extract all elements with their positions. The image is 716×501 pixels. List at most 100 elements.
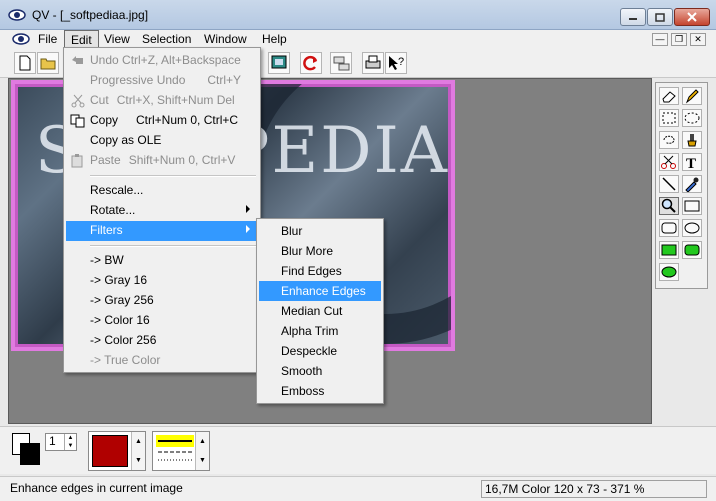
eye-icon — [8, 9, 26, 21]
filter-blur[interactable]: Blur — [259, 221, 381, 241]
filter-despeckle[interactable]: Despeckle — [259, 341, 381, 361]
menu-selection[interactable]: Selection — [136, 30, 197, 48]
menu-item-paste[interactable]: Paste Shift+Num 0, Ctrl+V — [66, 151, 258, 171]
menu-item-to-true-color[interactable]: -> True Color — [66, 351, 258, 371]
text-tool[interactable]: T — [682, 153, 702, 172]
menu-item-to-color256[interactable]: -> Color 256 — [66, 331, 258, 351]
scissors-icon — [71, 94, 85, 108]
menu-item-copy[interactable]: Copy Ctrl+Num 0, Ctrl+C — [66, 111, 258, 131]
ellipse-icon — [684, 222, 700, 234]
doc-minimize-button[interactable]: — — [652, 33, 668, 46]
scissors-tool[interactable] — [659, 153, 679, 171]
zoom-tool[interactable] — [659, 197, 679, 215]
status-image-info: 16,7M Color 120 x 73 - 371 % — [481, 480, 707, 498]
new-button[interactable] — [14, 52, 36, 74]
doc-restore-button[interactable]: ❐ — [671, 33, 687, 46]
filled-ellipse-icon — [661, 266, 677, 278]
svg-text:T: T — [686, 156, 696, 170]
rounded-rect-tool[interactable] — [659, 219, 679, 237]
scissors-icon — [661, 155, 676, 169]
menu-window[interactable]: Window — [198, 30, 253, 48]
scan-button[interactable] — [330, 52, 352, 74]
filters-submenu: Blur Blur More Find Edges Enhance Edges … — [256, 218, 384, 404]
rect-select-icon — [662, 112, 676, 124]
eraser-tool[interactable] — [659, 87, 679, 105]
magnifier-icon — [661, 198, 676, 213]
submenu-arrow-icon — [246, 225, 250, 233]
color-arrows-icon[interactable]: ▲ ▼ — [131, 432, 145, 470]
printer-icon — [365, 55, 381, 69]
menu-item-progressive-undo[interactable]: Progressive Undo Ctrl+Y — [66, 71, 258, 91]
scanner-icon — [333, 56, 350, 71]
undo-icon — [72, 56, 83, 64]
menu-view[interactable]: View — [98, 30, 136, 48]
background-swatch[interactable] — [20, 443, 40, 465]
menu-bar: File Edit View Selection Window Help — ❐… — [0, 30, 716, 48]
menu-file[interactable]: File — [32, 30, 63, 48]
filter-median-cut[interactable]: Median Cut — [259, 301, 381, 321]
folder-icon — [40, 58, 56, 70]
ellipse-select-tool[interactable] — [682, 109, 702, 127]
filter-emboss[interactable]: Emboss — [259, 381, 381, 401]
filled-rect-icon — [661, 244, 677, 256]
line-style-icon — [156, 435, 194, 461]
menu-item-rotate[interactable]: Rotate... — [66, 201, 258, 221]
menu-item-to-bw[interactable]: -> BW — [66, 251, 258, 271]
brush-tool[interactable] — [682, 131, 702, 149]
menu-item-undo[interactable]: Undo Ctrl+Z, Alt+Backspace — [66, 51, 258, 71]
menu-item-to-color16[interactable]: -> Color 16 — [66, 311, 258, 331]
menu-item-cut[interactable]: Cut Ctrl+X, Shift+Num Del — [66, 91, 258, 111]
filter-smooth[interactable]: Smooth — [259, 361, 381, 381]
edit-menu: Undo Ctrl+Z, Alt+Backspace Progressive U… — [63, 47, 261, 373]
pencil-tool[interactable] — [682, 87, 702, 105]
filled-ellipse-tool[interactable] — [659, 263, 679, 281]
selected-color-swatch — [92, 435, 128, 467]
rounded-rect-icon — [661, 222, 677, 234]
menu-item-to-gray256[interactable]: -> Gray 256 — [66, 291, 258, 311]
document-eye-icon[interactable] — [12, 32, 30, 46]
window-title: QV - [_softpediaa.jpg] — [32, 8, 149, 22]
menu-item-copy-as-ole[interactable]: Copy as OLE — [66, 131, 258, 151]
menu-item-filters[interactable]: Filters — [66, 221, 258, 241]
refresh-button[interactable] — [300, 52, 322, 74]
help-pointer-icon: ? — [389, 56, 404, 70]
filled-rounded-rect-tool[interactable] — [682, 241, 702, 259]
pencil-icon — [685, 89, 699, 104]
rect-select-tool[interactable] — [659, 109, 679, 127]
color-selector[interactable]: ▲ ▼ — [88, 431, 146, 471]
spinner-arrows-icon[interactable]: ▲ ▼ — [64, 434, 76, 450]
filled-rect-tool[interactable] — [659, 241, 679, 259]
rectangle-tool[interactable] — [682, 197, 702, 215]
open-button[interactable] — [37, 52, 59, 74]
rectangle-icon — [684, 200, 700, 212]
copy-icon — [70, 114, 85, 128]
eyedropper-icon — [685, 177, 699, 193]
menu-help[interactable]: Help — [256, 30, 293, 48]
help-button[interactable]: ? — [385, 52, 407, 74]
eraser-icon — [662, 91, 676, 103]
filter-find-edges[interactable]: Find Edges — [259, 261, 381, 281]
menu-item-to-gray16[interactable]: -> Gray 16 — [66, 271, 258, 291]
fit-button[interactable] — [268, 52, 290, 74]
title-bar: QV - [_softpediaa.jpg] — [0, 0, 716, 30]
lasso-tool[interactable] — [659, 131, 679, 149]
close-icon — [687, 12, 697, 22]
paste-icon — [71, 154, 83, 168]
close-button[interactable] — [674, 8, 710, 26]
line-style-selector[interactable]: ▲ ▼ — [152, 431, 210, 471]
menu-edit[interactable]: Edit — [64, 30, 99, 48]
minimize-button[interactable] — [620, 8, 646, 26]
filter-enhance-edges[interactable]: Enhance Edges — [259, 281, 381, 301]
menu-item-rescale[interactable]: Rescale... — [66, 181, 258, 201]
maximize-button[interactable] — [647, 8, 673, 26]
filter-alpha-trim[interactable]: Alpha Trim — [259, 321, 381, 341]
print-button[interactable] — [362, 52, 384, 74]
line-tool[interactable] — [659, 175, 679, 193]
doc-close-button[interactable]: ✕ — [690, 33, 706, 46]
filter-blur-more[interactable]: Blur More — [259, 241, 381, 261]
lasso-icon — [663, 135, 675, 144]
eyedropper-tool[interactable] — [682, 175, 702, 193]
line-width-spinner[interactable]: 1 ▲ ▼ — [45, 433, 77, 451]
line-style-arrows-icon[interactable]: ▲ ▼ — [195, 432, 209, 470]
ellipse-tool[interactable] — [682, 219, 702, 237]
